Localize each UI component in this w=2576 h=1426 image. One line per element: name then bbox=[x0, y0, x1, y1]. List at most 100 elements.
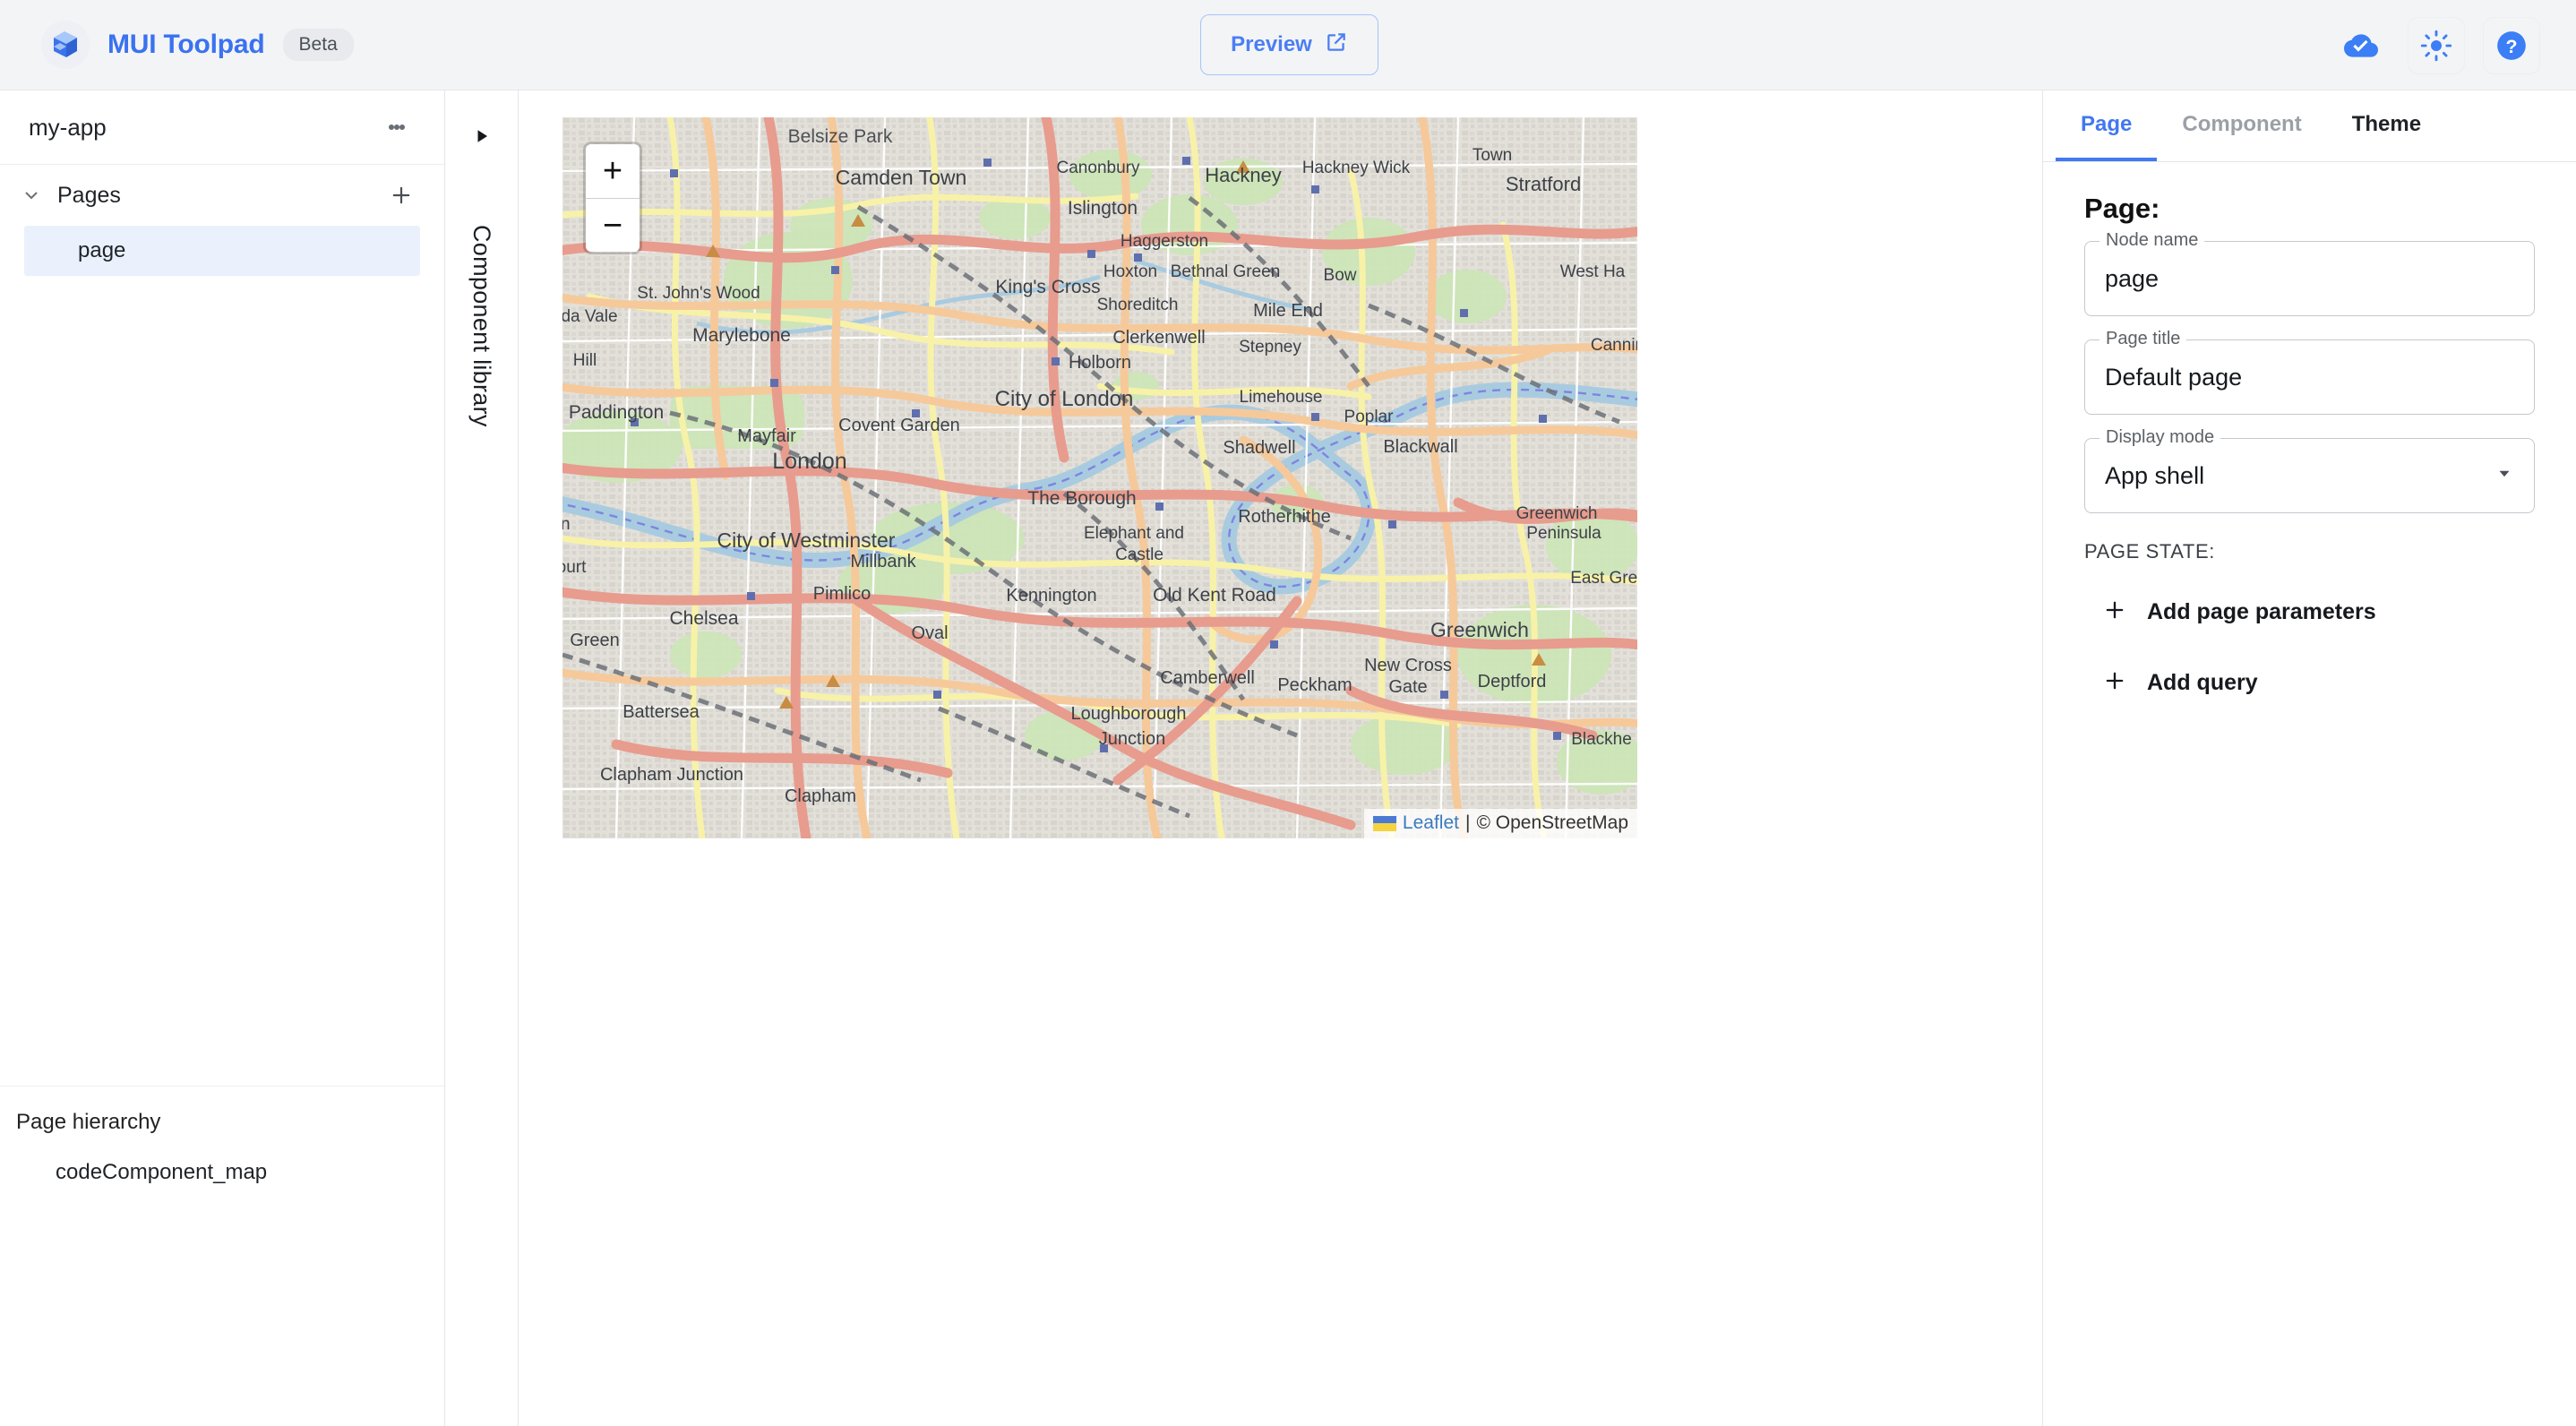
leaflet-link[interactable]: Leaflet bbox=[1403, 812, 1459, 834]
svg-text:Greenwich: Greenwich bbox=[1430, 618, 1529, 641]
svg-text:London: London bbox=[772, 449, 846, 474]
svg-text:Pimlico: Pimlico bbox=[813, 584, 871, 604]
ukraine-flag-icon bbox=[1373, 816, 1396, 831]
add-page-parameters-label: Add page parameters bbox=[2147, 599, 2376, 625]
display-mode-select[interactable]: Display mode App shell bbox=[2084, 438, 2535, 513]
app-header: MUI Toolpad Beta Preview bbox=[0, 0, 2576, 90]
page-canvas: Belsize Park Camden Town Canonbury Hackn… bbox=[519, 90, 2042, 1426]
svg-text:da Vale: da Vale bbox=[562, 307, 618, 326]
node-name-field[interactable]: Node name page bbox=[2084, 241, 2535, 316]
svg-text:Peckham: Peckham bbox=[1277, 675, 1352, 695]
svg-text:Bow: Bow bbox=[1324, 266, 1357, 285]
chevron-down-icon[interactable] bbox=[16, 180, 47, 210]
svg-text:on: on bbox=[562, 515, 571, 534]
svg-text:Junction: Junction bbox=[1099, 729, 1166, 749]
svg-text:Belsize Park: Belsize Park bbox=[788, 126, 893, 147]
svg-text:Camden Town: Camden Town bbox=[836, 166, 967, 189]
sidebar-spacer bbox=[0, 276, 444, 1086]
preview-button[interactable]: Preview bbox=[1200, 14, 1378, 75]
page-settings-body: Page: Node name page Page title Default … bbox=[2043, 162, 2576, 698]
preview-button-label: Preview bbox=[1231, 32, 1312, 57]
kebab-menu-icon[interactable] bbox=[376, 107, 417, 148]
help-question-icon[interactable]: ? bbox=[2483, 17, 2540, 74]
svg-text:Millbank: Millbank bbox=[850, 552, 916, 571]
svg-text:Mayfair: Mayfair bbox=[737, 426, 796, 446]
pages-label: Pages bbox=[57, 183, 373, 209]
zoom-in-button[interactable]: + bbox=[586, 144, 640, 198]
svg-text:Loughborough: Loughborough bbox=[1070, 704, 1186, 724]
svg-text:Hoxton: Hoxton bbox=[1103, 262, 1157, 281]
display-mode-label: Display mode bbox=[2099, 427, 2220, 448]
svg-text:Limehouse: Limehouse bbox=[1240, 388, 1323, 407]
beta-badge: Beta bbox=[283, 29, 354, 61]
svg-text:Blackhe: Blackhe bbox=[1571, 730, 1632, 749]
svg-text:Green: Green bbox=[570, 631, 620, 650]
triangle-right-icon[interactable] bbox=[474, 128, 490, 149]
component-library-rail[interactable]: Component library bbox=[445, 90, 519, 1426]
add-query-button[interactable]: Add query bbox=[2084, 668, 2535, 698]
page-hierarchy-title: Page hierarchy bbox=[0, 1110, 444, 1135]
map-zoom-control[interactable]: + − bbox=[586, 144, 640, 252]
attribution-separator: | bbox=[1465, 812, 1470, 834]
svg-text:Covent Garden: Covent Garden bbox=[838, 416, 960, 435]
svg-text:Clerkenwell: Clerkenwell bbox=[1112, 328, 1205, 348]
svg-text:West Ha: West Ha bbox=[1560, 262, 1626, 281]
brand: MUI Toolpad Beta bbox=[41, 21, 354, 69]
svg-text:Marylebone: Marylebone bbox=[692, 325, 791, 346]
svg-text:Hackney: Hackney bbox=[1205, 164, 1282, 186]
svg-text:Kennington: Kennington bbox=[1006, 586, 1096, 606]
open-in-new-icon bbox=[1325, 30, 1348, 60]
svg-text:Town: Town bbox=[1473, 146, 1512, 165]
display-mode-value: App shell bbox=[2105, 462, 2204, 490]
svg-text:?: ? bbox=[2505, 36, 2517, 57]
tab-theme[interactable]: Theme bbox=[2327, 90, 2446, 161]
node-name-label: Node name bbox=[2099, 230, 2204, 251]
add-page-plus-icon[interactable] bbox=[383, 177, 419, 213]
brand-name: MUI Toolpad bbox=[107, 30, 265, 60]
component-library-label: Component library bbox=[468, 225, 495, 427]
svg-text:ourt: ourt bbox=[562, 558, 587, 577]
page-hierarchy-section: Page hierarchy codeComponent_map bbox=[0, 1086, 444, 1426]
right-panel-tabs: Page Component Theme bbox=[2043, 90, 2576, 162]
page-title-field[interactable]: Page title Default page bbox=[2084, 339, 2535, 415]
add-page-parameters-button[interactable]: Add page parameters bbox=[2084, 597, 2535, 627]
plus-icon bbox=[2102, 668, 2127, 698]
zoom-out-button[interactable]: − bbox=[586, 198, 640, 252]
svg-text:Oval: Oval bbox=[911, 623, 948, 643]
svg-text:Chelsea: Chelsea bbox=[669, 608, 738, 629]
hierarchy-item-code-component[interactable]: codeComponent_map bbox=[0, 1160, 444, 1185]
leaflet-map[interactable]: Belsize Park Camden Town Canonbury Hackn… bbox=[562, 117, 1637, 838]
cloud-done-icon[interactable] bbox=[2332, 17, 2390, 74]
svg-text:Holborn: Holborn bbox=[1069, 353, 1131, 373]
svg-text:East Gree: East Gree bbox=[1570, 569, 1637, 588]
plus-icon bbox=[2102, 597, 2127, 627]
page-title-value: Default page bbox=[2105, 364, 2242, 391]
page-title-heading: Page: bbox=[2084, 193, 2535, 225]
svg-text:Islington: Islington bbox=[1068, 198, 1138, 219]
svg-text:Castle: Castle bbox=[1115, 545, 1163, 564]
tab-page[interactable]: Page bbox=[2056, 90, 2157, 161]
header-actions: ? bbox=[2332, 0, 2540, 90]
svg-text:Mile End: Mile End bbox=[1253, 301, 1323, 321]
svg-text:Blackwall: Blackwall bbox=[1383, 437, 1457, 457]
svg-text:Haggerston: Haggerston bbox=[1121, 232, 1208, 251]
svg-text:Clapham: Clapham bbox=[785, 786, 856, 806]
svg-text:Elephant and: Elephant and bbox=[1084, 524, 1184, 543]
chevron-down-icon[interactable] bbox=[2494, 464, 2514, 488]
sidebar-item-page[interactable]: page bbox=[24, 226, 420, 276]
svg-text:Poplar: Poplar bbox=[1344, 408, 1395, 426]
svg-text:Stratford: Stratford bbox=[1506, 173, 1581, 195]
svg-text:St. John's Wood: St. John's Wood bbox=[637, 284, 760, 303]
svg-text:City of London: City of London bbox=[995, 387, 1134, 411]
add-query-label: Add query bbox=[2147, 670, 2258, 696]
svg-text:Greenwich: Greenwich bbox=[1516, 504, 1598, 523]
svg-text:Peninsula: Peninsula bbox=[1526, 524, 1601, 543]
tab-component[interactable]: Component bbox=[2157, 90, 2326, 161]
pages-section-header: Pages bbox=[0, 165, 444, 226]
svg-text:King's Cross: King's Cross bbox=[995, 277, 1100, 297]
brightness-sun-icon[interactable] bbox=[2408, 17, 2465, 74]
svg-text:Hill: Hill bbox=[573, 351, 597, 370]
svg-text:Stepney: Stepney bbox=[1239, 338, 1301, 356]
left-sidebar: my-app Pages page Page hierarchy codeCom… bbox=[0, 90, 445, 1426]
openstreetmap-attribution: © OpenStreetMap bbox=[1476, 812, 1628, 834]
